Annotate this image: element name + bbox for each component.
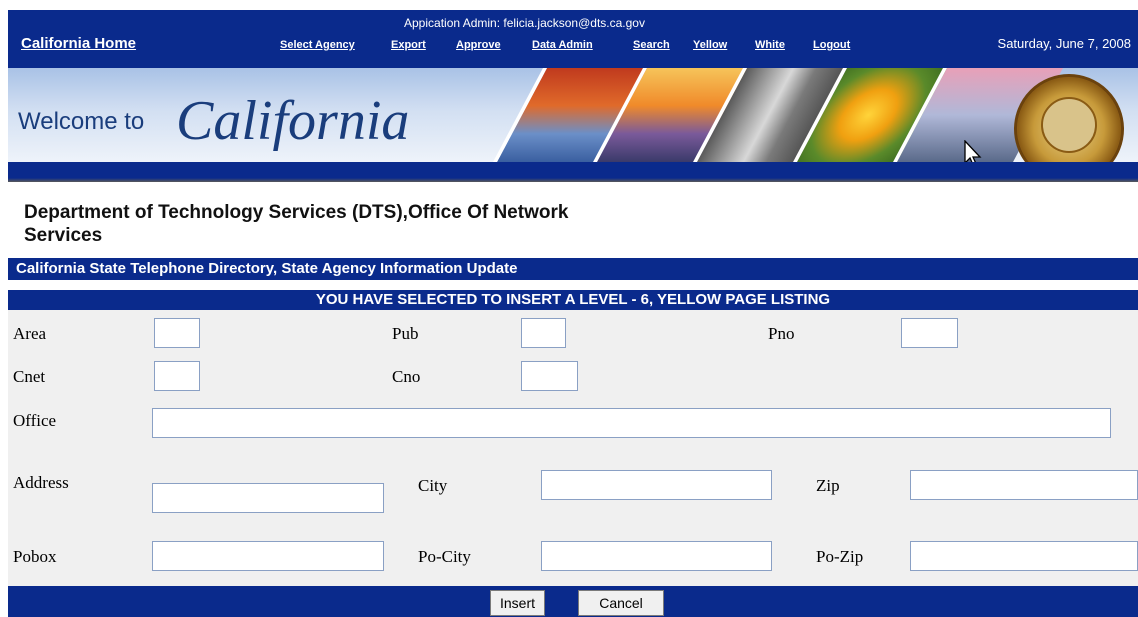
zip-label: Zip — [816, 476, 840, 495]
pobox-field[interactable] — [152, 541, 384, 571]
banner-stripe — [8, 162, 1138, 182]
pub-field[interactable] — [521, 318, 566, 348]
banner-welcome-text: Welcome to — [18, 108, 145, 135]
zip-field[interactable] — [910, 470, 1138, 500]
city-field[interactable] — [541, 470, 772, 500]
pub-label: Pub — [392, 324, 419, 343]
nav-select-agency[interactable]: Select Agency — [280, 39, 355, 51]
form-button-bar: Insert Cancel — [8, 586, 1138, 617]
cno-label: Cno — [392, 367, 421, 386]
nav-data-admin[interactable]: Data Admin — [532, 39, 593, 51]
po-zip-field[interactable] — [910, 541, 1138, 571]
office-field[interactable] — [152, 408, 1111, 438]
current-date: Saturday, June 7, 2008 — [997, 36, 1131, 51]
po-city-field[interactable] — [541, 541, 772, 571]
selection-status-bar: YOU HAVE SELECTED TO INSERT A LEVEL - 6,… — [8, 290, 1138, 310]
city-label: City — [418, 476, 448, 495]
nav-approve[interactable]: Approve — [456, 39, 501, 51]
admin-user-label: Appication Admin: felicia.jackson@dts.ca… — [404, 16, 645, 30]
seal-center — [1041, 97, 1097, 153]
nav-yellow[interactable]: Yellow — [693, 39, 727, 51]
area-label: Area — [13, 324, 47, 343]
yellow-page-listing-form: Area Pub Pno Cnet Cno Office Address Cit… — [8, 310, 1138, 586]
department-title: Department of Technology Services (DTS),… — [24, 202, 569, 246]
address-field[interactable] — [152, 483, 384, 513]
address-label: Address — [13, 473, 69, 492]
cno-field[interactable] — [521, 361, 578, 391]
california-home-link[interactable]: California Home — [21, 35, 136, 52]
po-zip-label: Po-Zip — [816, 547, 864, 566]
cnet-label: Cnet — [13, 367, 46, 386]
po-city-label: Po-City — [418, 547, 471, 566]
directory-title-bar: California State Telephone Directory, St… — [8, 258, 1138, 280]
nav-search[interactable]: Search — [633, 39, 670, 51]
pno-label: Pno — [768, 324, 795, 343]
office-label: Office — [13, 411, 57, 430]
banner-california-title: California — [176, 90, 410, 152]
cancel-button[interactable]: Cancel — [578, 590, 664, 616]
insert-button[interactable]: Insert — [490, 590, 545, 616]
nav-export[interactable]: Export — [391, 39, 426, 51]
pno-field[interactable] — [901, 318, 958, 348]
nav-white[interactable]: White — [755, 39, 785, 51]
cnet-field[interactable] — [154, 361, 200, 391]
area-field[interactable] — [154, 318, 200, 348]
top-nav-bar: California Home Appication Admin: felici… — [8, 10, 1138, 68]
pobox-label: Pobox — [13, 547, 57, 566]
nav-logout[interactable]: Logout — [813, 39, 850, 51]
